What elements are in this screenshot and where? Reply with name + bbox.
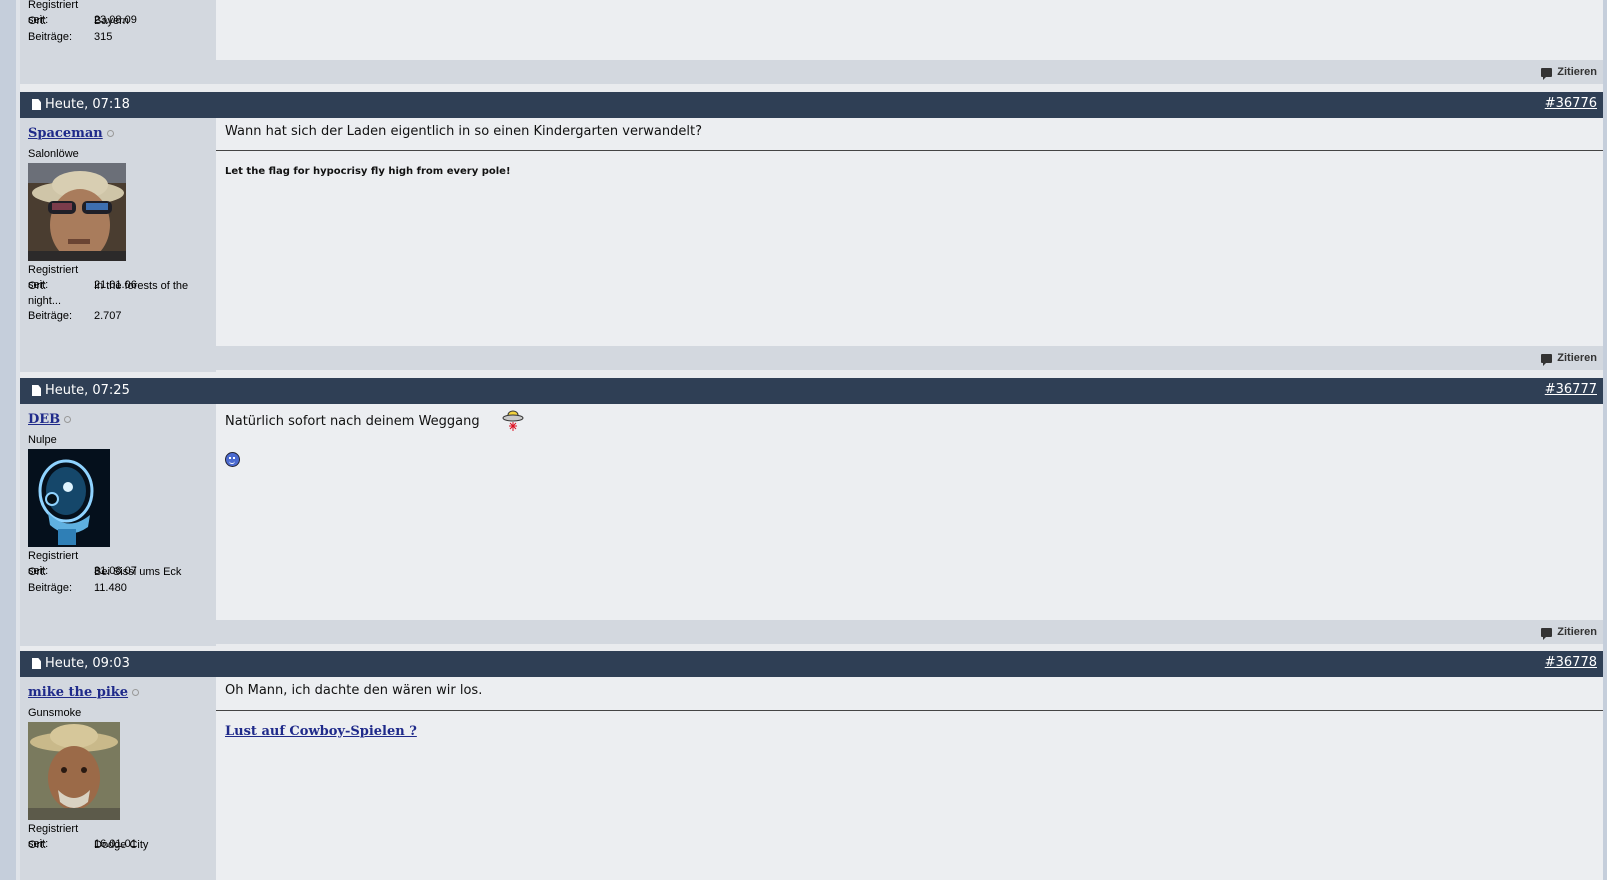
post-date: Heute, 09:03 [32, 656, 130, 671]
userinfo-panel: DEB Nulpe Registriert seit: 31.08.07 Ort:… [20, 404, 216, 646]
post-message: Natürlich sofort nach deinem Weggang [225, 414, 480, 429]
post-header: Heute, 09:03 #36778 [20, 651, 1603, 677]
avatar[interactable] [28, 163, 126, 261]
document-icon [32, 99, 41, 110]
document-icon [32, 385, 41, 396]
quote-icon [1541, 67, 1553, 80]
quote-button[interactable]: Zitieren [1541, 626, 1597, 640]
username-link[interactable]: DEB [28, 412, 72, 427]
info-posts: Beiträge: 315 [28, 31, 113, 43]
userinfo-panel: Registriert seit: 23.08.09 Ort: Bayern Bei… [20, 0, 216, 60]
user-title: Salonlöwe [28, 148, 79, 160]
userinfo-panel: mike the pike Gunsmoke Registriert seit:… [20, 677, 216, 880]
document-icon [32, 658, 41, 669]
user-title: Nulpe [28, 434, 57, 446]
smiley-icon [225, 452, 240, 471]
post-header: Heute, 07:18 #36776 [20, 92, 1603, 118]
post-header: Heute, 07:25 #36777 [20, 378, 1603, 404]
info-posts: Beiträge: 2.707 [28, 310, 122, 322]
offline-status-icon [64, 416, 72, 423]
info-posts: Beiträge: 11.480 [28, 582, 127, 594]
quote-icon [1541, 627, 1553, 640]
offline-status-icon [132, 689, 140, 696]
post-message: Oh Mann, ich dachte den wären wir los. [225, 683, 483, 698]
signature-link[interactable]: Lust auf Cowboy-Spielen ? [225, 724, 417, 739]
post-footer: Zitieren [20, 620, 1603, 644]
info-location: Ort: Dodge City [28, 839, 149, 851]
info-location: Ort: Bei Sissi ums Eck [28, 566, 182, 578]
quote-button[interactable]: Zitieren [1541, 352, 1597, 366]
post-date: Heute, 07:18 [32, 97, 130, 112]
post-footer: Zitieren [20, 346, 1603, 370]
signature: Let the flag for hypocrisy fly high from… [225, 166, 511, 177]
post-content: Oh Mann, ich dachte den wären wir los. L… [216, 677, 1603, 880]
left-frame [0, 0, 20, 880]
ufo-icon [502, 408, 524, 432]
quote-icon [1541, 353, 1553, 366]
post-content [216, 0, 1603, 60]
quote-button[interactable]: Zitieren [1541, 66, 1597, 80]
username-link[interactable]: Spaceman [28, 126, 114, 141]
userinfo-panel: Spaceman Salonlöwe Registriert seit: 21.0… [20, 118, 216, 372]
info-location: Ort: In the forests of the night... [28, 280, 189, 307]
signature-divider [216, 150, 1603, 151]
avatar[interactable] [28, 449, 110, 547]
username-link[interactable]: mike the pike [28, 685, 140, 700]
avatar[interactable] [28, 722, 120, 820]
info-location: Ort: Bayern [28, 15, 129, 27]
smiley-icon [225, 452, 240, 467]
post-number-link[interactable]: #36778 [1545, 655, 1597, 670]
post-number-link[interactable]: #36777 [1545, 382, 1597, 397]
post-number-link[interactable]: #36776 [1545, 96, 1597, 111]
right-frame [1603, 0, 1607, 880]
post-content: Natürlich sofort nach deinem Weggang [216, 404, 1603, 620]
post-footer: Zitieren [20, 60, 1603, 84]
user-title: Gunsmoke [28, 707, 82, 719]
post-content: Wann hat sich der Laden eigentlich in so… [216, 118, 1603, 346]
post-message: Wann hat sich der Laden eigentlich in so… [225, 124, 703, 139]
signature-divider [216, 710, 1603, 711]
offline-status-icon [106, 130, 114, 137]
post-date: Heute, 07:25 [32, 383, 130, 398]
